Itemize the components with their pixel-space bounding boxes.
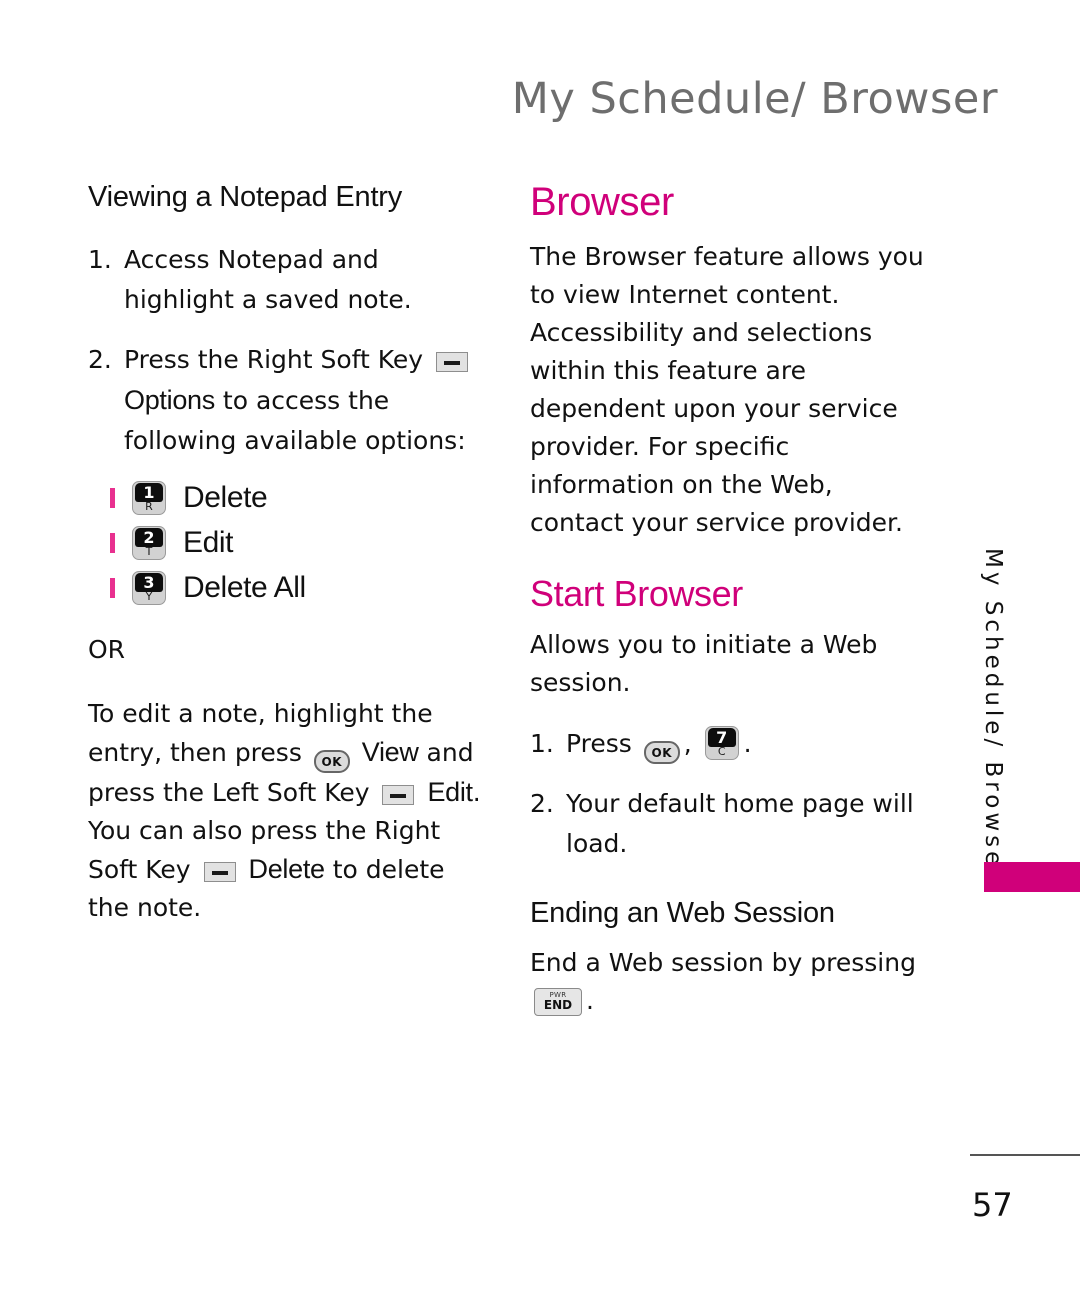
comma-separator: , [683, 729, 692, 758]
view-emphasis: View [361, 736, 419, 767]
browser-section-heading: Browser [530, 180, 674, 224]
option-label-delete: Delete [183, 480, 268, 514]
period: . [586, 985, 594, 1015]
or-label: OR [88, 634, 126, 664]
list-item: 2. Your default home page will load. [530, 784, 926, 864]
side-tab-label: My Schedule/ Browser [980, 548, 1006, 883]
list-item: 1 R Delete [110, 480, 484, 515]
right-column: Browser The Browser feature allows you t… [530, 182, 926, 1042]
ok-key-icon: OK [643, 741, 680, 764]
ending-web-session-heading: Ending an Web Session [530, 897, 835, 929]
keypad-key-2-t-icon: 2 T [132, 525, 166, 560]
list-item: 3 Y Delete All [110, 570, 484, 605]
ending-text: End a Web session by pressing [530, 947, 916, 977]
options-bullet-list: 1 R Delete 2 T Edit 3 Y Delete All [88, 480, 484, 605]
list-item: 2. Press the Right Soft Key Options to a… [88, 340, 484, 461]
option-label-delete-all: Delete All [183, 570, 306, 604]
bullet-bar-icon [110, 532, 115, 553]
viewing-notepad-entry-heading: Viewing a Notepad Entry [88, 181, 403, 213]
list-item: 1. Press OK, 7 C . [530, 724, 926, 764]
keypad-key-3-y-icon: 3 Y [132, 570, 166, 605]
option-label-edit: Edit [183, 525, 234, 559]
ending-web-session-paragraph: End a Web session by pressing PWR END . [530, 944, 926, 1020]
right-soft-key-icon [436, 351, 469, 372]
step-text: Access Notepad and highlight a saved not… [124, 244, 412, 314]
step-text: Your default home page will load. [566, 789, 914, 858]
step-number: 2. [530, 789, 554, 818]
footer-divider [970, 1154, 1080, 1156]
step-text: Press [566, 729, 632, 758]
alternate-method-paragraph: To edit a note, highlight the entry, the… [88, 695, 484, 927]
page-running-header: My Schedule/ Browser [511, 74, 998, 124]
options-emphasis: Options [124, 384, 215, 415]
start-browser-description: Allows you to initiate a Web session. [530, 630, 878, 697]
delete-emphasis: Delete [248, 853, 326, 884]
list-item: 1. Access Notepad and highlight a saved … [88, 240, 484, 320]
step-number: 1. [88, 244, 112, 274]
bullet-bar-icon [110, 487, 115, 508]
period: . [743, 729, 752, 758]
page-number: 57 [972, 1186, 1013, 1224]
right-soft-key-icon [203, 861, 236, 882]
start-browser-heading: Start Browser [530, 573, 743, 614]
edit-emphasis: Edit [427, 776, 473, 807]
step-number: 2. [88, 344, 112, 374]
key-end-label: END [543, 997, 573, 1012]
keypad-key-7-c-icon: 7 C [704, 726, 739, 760]
side-tab-color-block [984, 862, 1080, 892]
key-letter: Y [145, 589, 153, 603]
key-letter: C [717, 745, 726, 758]
keypad-key-1-r-icon: 1 R [132, 480, 166, 515]
browser-intro-paragraph: The Browser feature allows you to view I… [530, 242, 924, 537]
list-item: 2 T Edit [110, 525, 484, 560]
bullet-bar-icon [110, 577, 115, 598]
step-text: Press the Right Soft Key [124, 344, 424, 374]
left-soft-key-icon [382, 784, 415, 805]
key-letter: R [145, 499, 153, 513]
end-power-key-icon: PWR END [534, 987, 582, 1016]
step-number: 1. [530, 729, 554, 758]
page-body: Viewing a Notepad Entry 1. Access Notepa… [88, 181, 956, 1042]
left-column: Viewing a Notepad Entry 1. Access Notepa… [88, 181, 484, 1042]
key-letter: T [145, 544, 153, 558]
ok-key-icon: OK [313, 749, 350, 773]
